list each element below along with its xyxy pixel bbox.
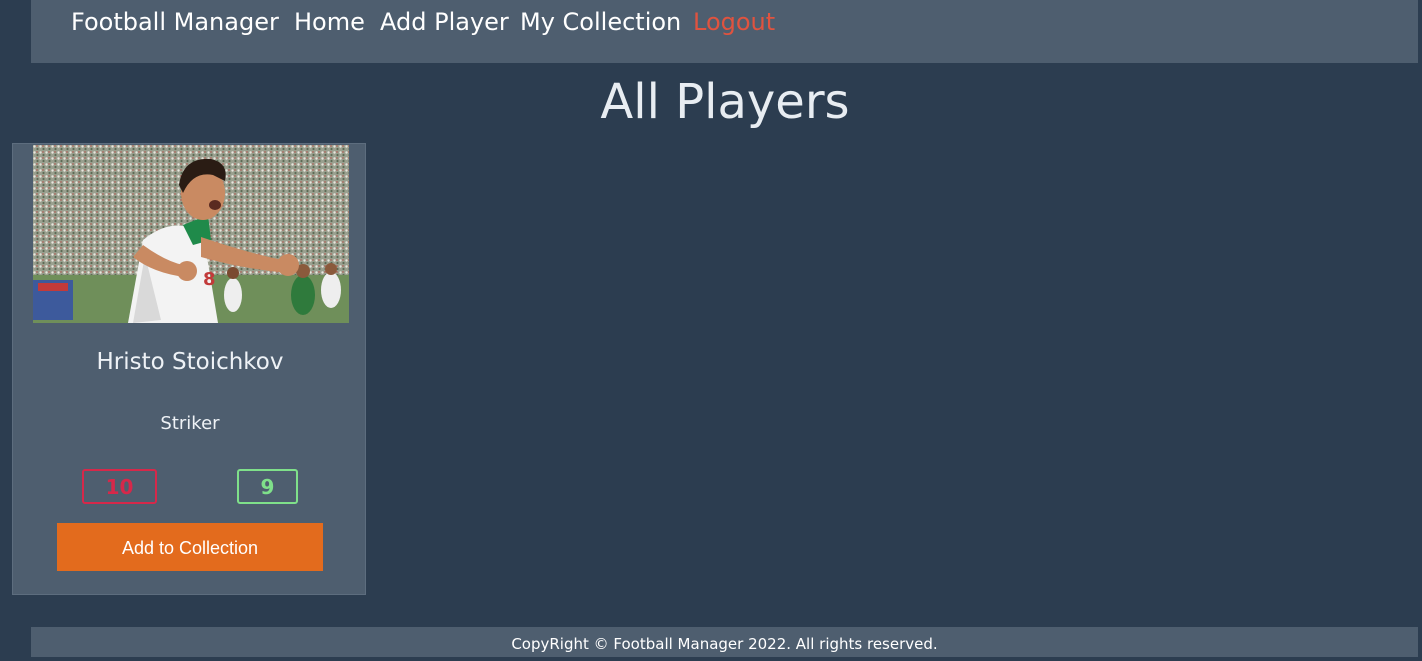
nav-add-player-link[interactable]: Add Player [380,8,509,36]
footer: CopyRight © Football Manager 2022. All r… [31,627,1418,657]
player-stat-red: 10 [82,469,157,504]
player-photo: 8 [33,145,349,323]
player-stat-green: 9 [237,469,298,504]
page-title: All Players [600,74,850,130]
nav-logout-link[interactable]: Logout [693,8,775,36]
top-navbar: Football Manager Home Add Player My Coll… [31,0,1418,63]
footer-copyright: CopyRight © Football Manager 2022. All r… [511,635,938,653]
nav-home-link[interactable]: Home [294,8,365,36]
add-to-collection-button[interactable]: Add to Collection [57,523,323,571]
player-position: Striker [160,413,220,434]
player-card: 8 Hristo Stoichkov Striker 10 9 Add to C… [12,143,366,595]
player-name: Hristo Stoichkov [96,349,284,375]
brand-link[interactable]: Football Manager [71,8,279,36]
nav-my-collection-link[interactable]: My Collection [520,8,681,36]
svg-text:8: 8 [203,269,216,290]
